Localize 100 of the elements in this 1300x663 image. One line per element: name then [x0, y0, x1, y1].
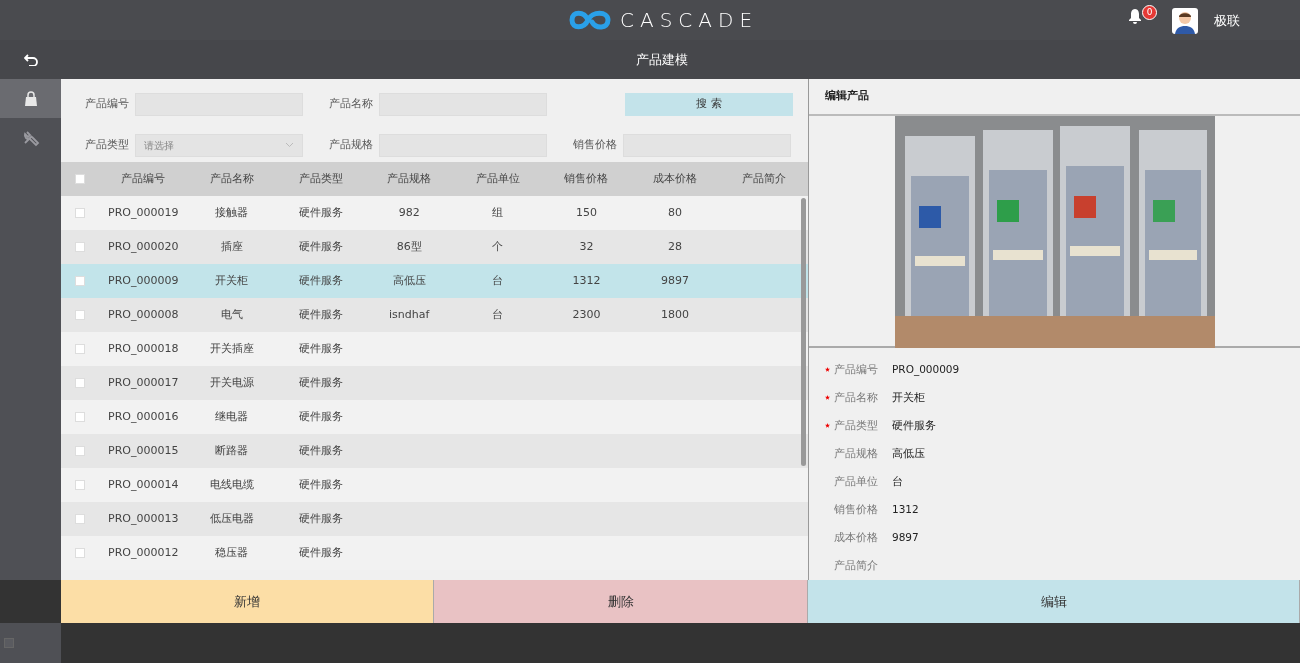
column-header[interactable]: 产品类型: [276, 170, 365, 188]
table-cell: 个: [492, 239, 504, 253]
brand-name: CASCADE: [620, 7, 759, 33]
row-checkbox[interactable]: [75, 412, 85, 422]
field-label: 产品名称: [329, 96, 374, 112]
table-cell: PRO_000013: [108, 511, 179, 525]
table-cell: 开关电源: [209, 375, 254, 389]
column-header[interactable]: 销售价格: [542, 170, 631, 188]
row-checkbox[interactable]: [75, 446, 85, 456]
row-checkbox[interactable]: [75, 378, 85, 388]
back-icon[interactable]: [24, 53, 38, 66]
field-label: 产品规格: [329, 137, 374, 153]
table-cell: isndhaf: [389, 307, 430, 321]
table-cell: 硬件服务: [298, 307, 343, 321]
table-cell: 高低压: [392, 273, 426, 287]
table-cell: PRO_000009: [108, 273, 179, 287]
action-button[interactable]: 删除: [434, 580, 808, 623]
required-icon: [825, 367, 830, 373]
table-cell: 硬件服务: [298, 511, 343, 525]
table-cell: 硬件服务: [298, 239, 343, 253]
table-row[interactable]: PRO_000008 电气 硬件服务 isndhaf 台 2300 1800: [61, 298, 808, 332]
table-cell: 台: [492, 273, 504, 287]
table-cell: 电线电缆: [209, 477, 254, 491]
row-checkbox[interactable]: [75, 548, 85, 558]
field-label: 产品规格: [834, 447, 878, 460]
row-checkbox[interactable]: [75, 480, 85, 490]
action-button[interactable]: 编辑: [808, 580, 1300, 623]
field-label: 产品单位: [834, 475, 878, 488]
field-label: 产品名称: [834, 391, 878, 404]
table-cell: 开关插座: [209, 341, 254, 355]
table-cell: 断路器: [215, 443, 249, 457]
column-header[interactable]: 产品名称: [187, 170, 277, 188]
table-cell: PRO_000020: [108, 239, 179, 253]
field-label: 销售价格: [834, 503, 878, 516]
table-cell: 28: [668, 239, 683, 253]
field-value: 9897: [892, 530, 919, 546]
table-row[interactable]: PRO_000020 插座 硬件服务 86型 个 32 28: [61, 230, 808, 264]
chevron-down-icon: [285, 142, 294, 148]
bell-icon[interactable]: [1128, 8, 1142, 24]
row-checkbox[interactable]: [75, 344, 85, 354]
table-cell: 80: [668, 205, 683, 219]
table-cell: PRO_000019: [108, 205, 179, 219]
page-title: 产品建模: [636, 51, 688, 67]
action-button[interactable]: 新增: [61, 580, 434, 623]
column-header[interactable]: 产品单位: [453, 170, 543, 188]
table-row[interactable]: PRO_000013 低压电器 硬件服务: [61, 502, 808, 536]
row-checkbox[interactable]: [75, 514, 85, 524]
panel-title: 编辑产品: [825, 88, 869, 105]
scrollbar-thumb[interactable]: [801, 198, 806, 466]
column-header[interactable]: 产品规格: [364, 170, 454, 188]
table-cell: 9897: [661, 273, 690, 287]
row-checkbox[interactable]: [75, 276, 85, 286]
table-row[interactable]: PRO_000009 开关柜 硬件服务 高低压 台 1312 9897: [61, 264, 808, 298]
table-cell: 接触器: [215, 205, 249, 219]
row-checkbox[interactable]: [75, 242, 85, 252]
field-label: 产品编号: [834, 363, 878, 376]
table-cell: PRO_000016: [108, 409, 179, 423]
field-value: 开关柜: [892, 390, 925, 406]
table-cell: 继电器: [215, 409, 249, 423]
table-cell: 台: [492, 307, 504, 321]
table-cell: 硬件服务: [298, 375, 343, 389]
user-name[interactable]: 极联: [1214, 11, 1240, 31]
notification-badge: 0: [1142, 5, 1157, 20]
avatar-icon[interactable]: [1172, 8, 1198, 34]
field-value: PRO_000009: [892, 362, 960, 378]
row-checkbox[interactable]: [75, 208, 85, 218]
column-header[interactable]: 产品简介: [719, 170, 808, 188]
table-cell: 硬件服务: [298, 341, 343, 355]
table-cell: 硬件服务: [298, 273, 343, 287]
table-cell: 稳压器: [215, 545, 249, 559]
table-row[interactable]: PRO_000017 开关电源 硬件服务: [61, 366, 808, 400]
table-cell: 1312: [572, 273, 601, 287]
column-header[interactable]: 成本价格: [630, 170, 720, 188]
row-checkbox[interactable]: [75, 310, 85, 320]
table-row[interactable]: PRO_000015 断路器 硬件服务: [61, 434, 808, 468]
select-all-checkbox[interactable]: [75, 174, 85, 184]
table-cell: PRO_000014: [108, 477, 179, 491]
table-cell: 硬件服务: [298, 477, 343, 491]
table-cell: 2300: [572, 307, 601, 321]
field-value: 台: [892, 474, 903, 490]
table-cell: 组: [492, 205, 504, 219]
table-cell: 硬件服务: [298, 545, 343, 559]
table-cell: 插座: [220, 239, 243, 253]
table-cell: PRO_000008: [108, 307, 179, 321]
table-cell: 150: [575, 205, 597, 219]
search-button[interactable]: 搜 索: [625, 92, 793, 116]
required-icon: [825, 395, 830, 401]
table-cell: 硬件服务: [298, 409, 343, 423]
field-label: 产品编号: [85, 96, 130, 112]
required-icon: [825, 423, 830, 429]
field-value: 1312: [892, 502, 919, 518]
column-header[interactable]: 产品编号: [99, 170, 188, 188]
field-value: 硬件服务: [892, 418, 936, 434]
field-label: 产品简介: [834, 559, 878, 572]
sidebar-item[interactable]: [0, 79, 61, 118]
field-value: 高低压: [892, 446, 925, 462]
field-label: 成本价格: [834, 531, 878, 544]
table-cell: PRO_000018: [108, 341, 179, 355]
table-cell: 硬件服务: [298, 205, 343, 219]
table-cell: 开关柜: [215, 273, 249, 287]
